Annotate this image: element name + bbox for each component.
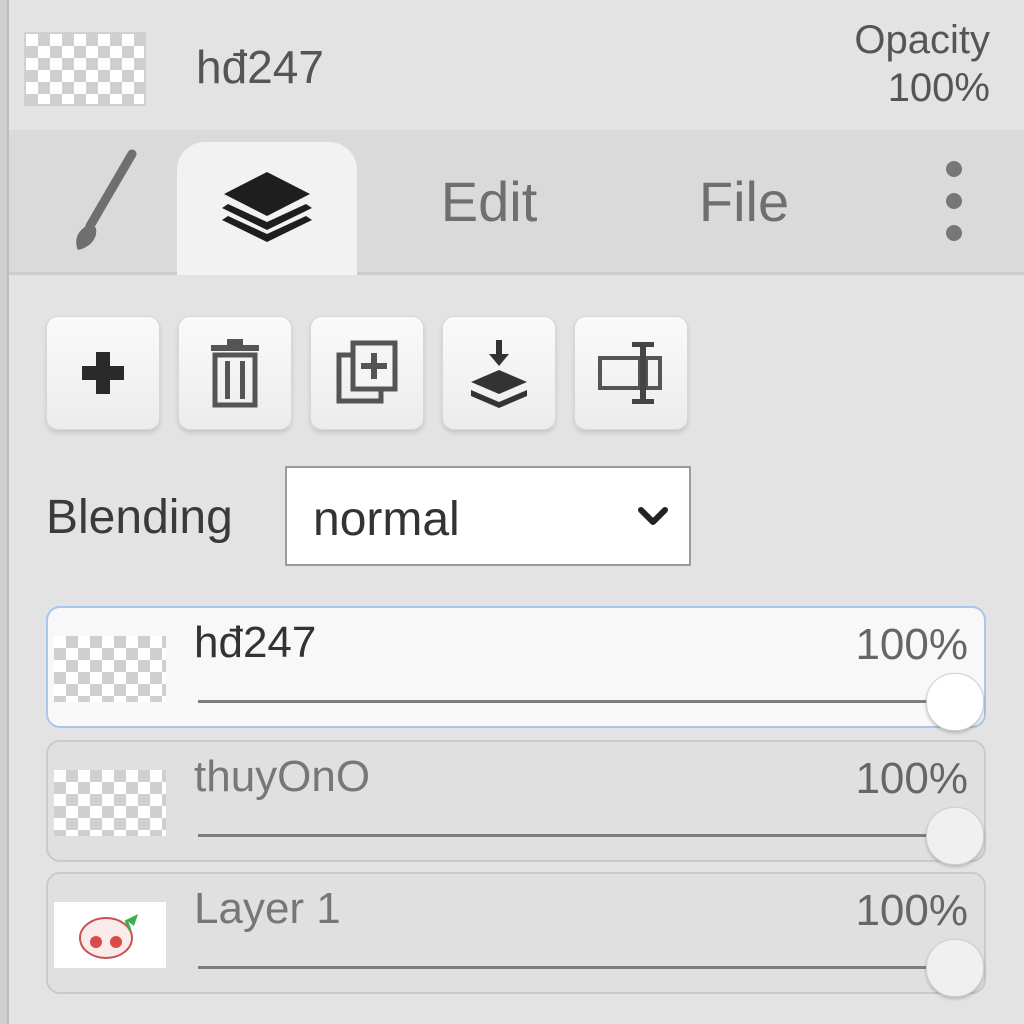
layer-opacity-slider[interactable] — [198, 673, 984, 731]
rename-layer-button[interactable] — [574, 316, 688, 430]
rename-icon — [598, 342, 662, 404]
panel-left-border — [0, 0, 9, 1024]
plus-icon — [82, 352, 124, 394]
tab-bar: Edit File — [9, 130, 1024, 275]
layer-opacity-value: 100% — [855, 754, 968, 803]
delete-layer-button[interactable] — [178, 316, 292, 430]
layer-row-thuyono[interactable]: thuyOnO 100% — [46, 740, 986, 865]
layers-icon — [222, 171, 312, 242]
tab-edit[interactable]: Edit — [409, 130, 569, 272]
tab-file[interactable]: File — [669, 130, 819, 272]
slider-knob[interactable] — [926, 807, 984, 865]
tab-brush[interactable] — [49, 130, 169, 272]
add-layer-button[interactable] — [46, 316, 160, 430]
current-layer-thumbnail — [24, 32, 146, 106]
opacity-label: Opacity — [854, 18, 990, 62]
tab-more[interactable] — [909, 130, 999, 272]
layer-row-hd247[interactable]: hđ247 100% — [46, 606, 986, 731]
chevron-down-icon — [638, 507, 668, 525]
layer-row-layer-1[interactable]: Layer 1 100% — [46, 872, 986, 997]
layer-opacity-slider[interactable] — [198, 939, 984, 997]
slider-fill — [198, 834, 954, 837]
layer-opacity-value: 100% — [855, 620, 968, 669]
blending-select[interactable]: normal — [285, 466, 691, 566]
layer-thumbnail — [54, 770, 166, 836]
brush-icon — [76, 149, 137, 250]
layer-name: Layer 1 — [194, 884, 341, 933]
blending-value: normal — [313, 493, 460, 546]
blending-label: Blending — [46, 491, 233, 544]
duplicate-layer-button[interactable] — [310, 316, 424, 430]
opacity-value: 100% — [887, 66, 990, 110]
slider-knob[interactable] — [926, 673, 984, 731]
current-layer-name: hđ247 — [196, 41, 324, 93]
slider-knob[interactable] — [926, 939, 984, 997]
layer-opacity-value: 100% — [855, 886, 968, 935]
tab-layers[interactable] — [177, 142, 357, 275]
slider-fill — [198, 966, 954, 969]
layer-opacity-slider[interactable] — [198, 807, 984, 865]
layer-thumbnail — [54, 636, 166, 702]
more-vertical-icon — [946, 153, 962, 249]
layer-name: thuyOnO — [194, 752, 371, 801]
character-drawing-icon — [79, 914, 138, 959]
merge-down-button[interactable] — [442, 316, 556, 430]
opacity-readout: Opacity 100% — [854, 16, 990, 112]
layer-thumbnail — [54, 902, 166, 968]
trash-icon — [211, 339, 259, 408]
layer-name: hđ247 — [194, 618, 317, 667]
duplicate-layer-icon — [336, 340, 398, 404]
slider-fill — [198, 700, 954, 703]
merge-down-icon — [471, 340, 527, 408]
